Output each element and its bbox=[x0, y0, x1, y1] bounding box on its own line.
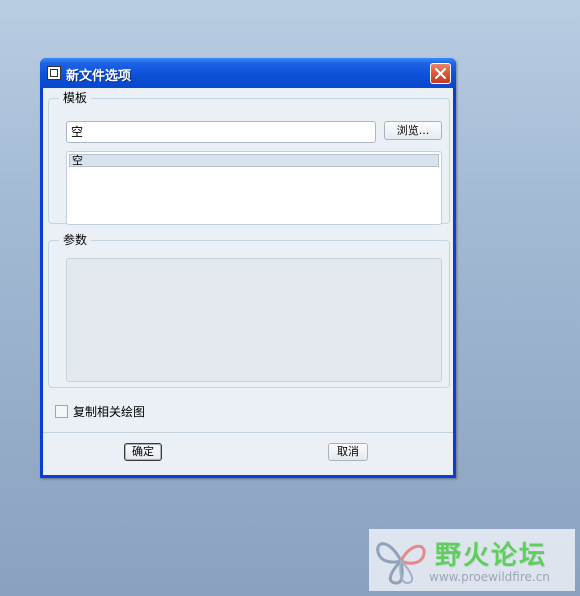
template-group-label: 模板 bbox=[59, 91, 92, 105]
template-group: 模板 空 浏览... 空 bbox=[48, 91, 450, 225]
parameters-area bbox=[66, 258, 442, 382]
dialog-title: 新文件选项 bbox=[66, 69, 132, 84]
copy-drawings-label[interactable]: 复制相关绘图 bbox=[73, 404, 145, 420]
new-file-options-dialog: 新文件选项 模板 空 浏览... 空 参数 复制相关绘图 确定 取消 bbox=[40, 58, 456, 478]
cancel-button[interactable]: 取消 bbox=[328, 443, 368, 461]
title-bar[interactable]: 新文件选项 bbox=[40, 58, 456, 88]
close-icon bbox=[435, 68, 446, 79]
template-input[interactable]: 空 bbox=[66, 121, 376, 143]
browse-button[interactable]: 浏览... bbox=[384, 121, 442, 140]
window-icon bbox=[47, 66, 61, 80]
dialog-body: 模板 空 浏览... 空 参数 复制相关绘图 确定 取消 bbox=[43, 88, 453, 475]
template-list[interactable]: 空 bbox=[66, 151, 442, 225]
parameters-group-label: 参数 bbox=[59, 233, 92, 247]
separator bbox=[43, 432, 453, 433]
copy-drawings-checkbox[interactable] bbox=[55, 405, 68, 418]
butterfly-logo-icon bbox=[376, 542, 426, 585]
close-button[interactable] bbox=[430, 63, 451, 84]
watermark-title: 野火论坛 bbox=[435, 541, 548, 571]
watermark-url: www.proewildfire.cn bbox=[429, 570, 550, 584]
ok-button[interactable]: 确定 bbox=[124, 443, 162, 461]
parameters-group: 参数 bbox=[48, 233, 450, 388]
list-item[interactable]: 空 bbox=[69, 154, 439, 167]
forum-watermark: 野火论坛 www.proewildfire.cn bbox=[369, 529, 575, 591]
